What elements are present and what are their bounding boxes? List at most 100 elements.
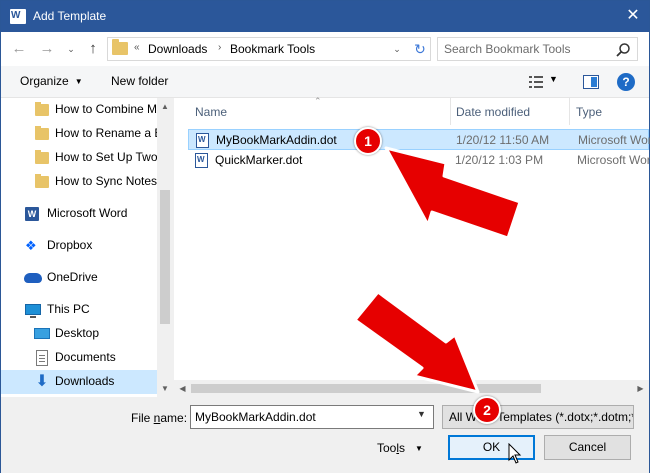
sidebar-item-folder[interactable]: How to Set Up Two [1,146,157,170]
dialog-footer: File name: ▼ All Word Templates (*.dotx;… [1,397,649,473]
sidebar-item-label: Desktop [55,326,100,340]
documents-icon [36,350,48,366]
scroll-left-icon[interactable]: ◀ [174,380,191,397]
label-part: File [131,411,154,425]
folder-icon [35,174,49,188]
desktop-icon [34,328,50,339]
sidebar-item-folder[interactable]: How to Combine M [1,98,157,122]
column-header-label: Type [576,105,603,119]
breadcrumb-bookmark-tools[interactable]: Bookmark Tools [230,42,315,56]
new-folder-button[interactable]: New folder [111,74,168,88]
sidebar-item-label: Downloads [55,374,115,388]
sidebar-item-onedrive[interactable]: OneDrive [1,266,157,290]
sidebar-item-label: OneDrive [47,270,98,284]
file-name-label: File name: [131,411,187,425]
sidebar-item-folder[interactable]: How to Rename a E [1,122,157,146]
view-options-icon[interactable] [529,75,543,89]
scroll-up-icon[interactable]: ▲ [157,98,173,115]
file-name: MyBookMarkAddin.dot [216,133,337,147]
help-icon[interactable]: ? [617,73,635,91]
column-header-name[interactable]: Name [188,98,452,125]
close-button[interactable]: ✕ [621,5,645,27]
address-box[interactable]: « Downloads › Bookmark Tools ⌄ ↻ [107,37,431,61]
folder-icon [35,150,49,164]
search-icon[interactable] [615,42,631,58]
scroll-down-icon[interactable]: ▼ [157,380,173,397]
sidebar-item-label: How to Sync Notes [55,174,157,188]
sidebar-item-desktop[interactable]: Desktop [1,322,157,346]
file-date: 1/20/12 11:50 AM [456,133,550,147]
sidebar-item-dropbox[interactable]: ❖ Dropbox [1,234,157,258]
scroll-right-icon[interactable]: ▶ [632,380,649,397]
file-type: Microsoft Word [577,153,650,167]
sidebar-item-documents[interactable]: Documents [1,346,157,370]
scrollbar-thumb[interactable] [160,190,170,324]
cancel-button[interactable]: Cancel [544,435,631,460]
sidebar-item-label: Microsoft Word [47,206,128,220]
refresh-icon[interactable]: ↻ [410,39,430,59]
column-header-label: Date modified [456,105,531,119]
organize-label: Organize [20,74,69,88]
chevron-down-icon: ▼ [415,444,423,453]
preview-pane-icon[interactable] [583,75,599,89]
word-document-icon [196,133,209,148]
file-type: Microsoft Word [578,133,650,147]
scrollbar-thumb[interactable] [191,384,541,393]
column-header-date-modified[interactable]: Date modified [451,98,569,125]
address-dropdown-icon[interactable]: ⌄ [390,41,404,57]
folder-icon [35,102,49,116]
sidebar-item-microsoft-word[interactable]: W Microsoft Word [1,202,157,226]
step-1-badge: 1 [354,127,382,155]
forward-icon[interactable]: → [37,39,57,59]
command-bar: Organize ▼ New folder ▼ ? [1,66,649,98]
file-list: ⌃ Name Date modified Type MyBookMarkAddi… [174,96,650,397]
up-icon[interactable]: ↑ [83,39,103,59]
file-row[interactable]: QuickMarker.dot 1/20/12 1:03 PM Microsof… [188,150,650,171]
title-bar: Add Template ✕ [1,1,649,32]
tools-button[interactable]: Tools ▼ [377,441,423,455]
file-date: 1/20/12 1:03 PM [455,153,544,167]
sidebar-item-label: How to Set Up Two [55,150,157,164]
recent-locations-icon[interactable]: ⌄ [65,41,77,57]
window-title: Add Template [33,9,107,23]
breadcrumb-downloads[interactable]: Downloads [148,42,207,56]
chevron-down-icon: ▼ [74,77,83,86]
back-icon[interactable]: ← [9,39,29,59]
add-template-dialog: Add Template ✕ ← → ⌄ ↑ « Downloads › Boo… [0,0,650,473]
view-dropdown-icon[interactable]: ▼ [549,74,558,84]
organize-button[interactable]: Organize ▼ [20,74,83,88]
sidebar-item-label: How to Combine M [55,102,157,116]
dropbox-icon: ❖ [25,238,37,253]
file-type-select[interactable]: All Word Templates (*.dotx;*.dotm;*.dot) [442,405,634,429]
search-input[interactable] [444,41,609,57]
breadcrumb-separator[interactable]: › [218,42,221,53]
file-row[interactable]: MyBookMarkAddin.dot 1/20/12 11:50 AM Mic… [188,129,650,150]
file-name-input[interactable] [195,409,415,425]
label-part: Too [377,441,397,455]
word-app-icon [10,9,26,24]
chevron-down-icon[interactable]: ▼ [417,409,426,419]
sidebar-item-label: Dropbox [47,238,93,252]
downloads-icon: ⬇ [35,373,49,390]
column-header-type[interactable]: Type [570,98,649,125]
mouse-cursor-icon [508,443,522,464]
onedrive-icon [24,273,42,283]
sidebar-item-this-pc[interactable]: This PC [1,298,157,322]
sidebar-item-label: This PC [47,302,90,316]
file-name-combobox: ▼ [190,405,434,429]
sidebar-item-folder[interactable]: How to Sync Notes [1,170,157,194]
navigation-pane: How to Combine M How to Rename a E How t… [1,98,173,397]
sidebar-item-label: How to Rename a E [55,126,157,140]
computer-icon [25,304,41,318]
search-box [437,37,638,61]
folder-icon [35,126,49,140]
sidebar-scrollbar[interactable]: ▲ ▼ [157,98,173,397]
file-list-horizontal-scrollbar[interactable]: ◀ ▶ [174,380,649,397]
address-bar-row: ← → ⌄ ↑ « Downloads › Bookmark Tools ⌄ ↻ [1,32,649,66]
sidebar-item-label: Documents [55,350,116,364]
sidebar-item-downloads[interactable]: ⬇ Downloads [1,370,157,394]
breadcrumb-overflow[interactable]: « [134,42,140,53]
step-2-badge: 2 [473,396,501,424]
folder-icon [112,39,128,55]
word-document-icon [195,153,208,168]
